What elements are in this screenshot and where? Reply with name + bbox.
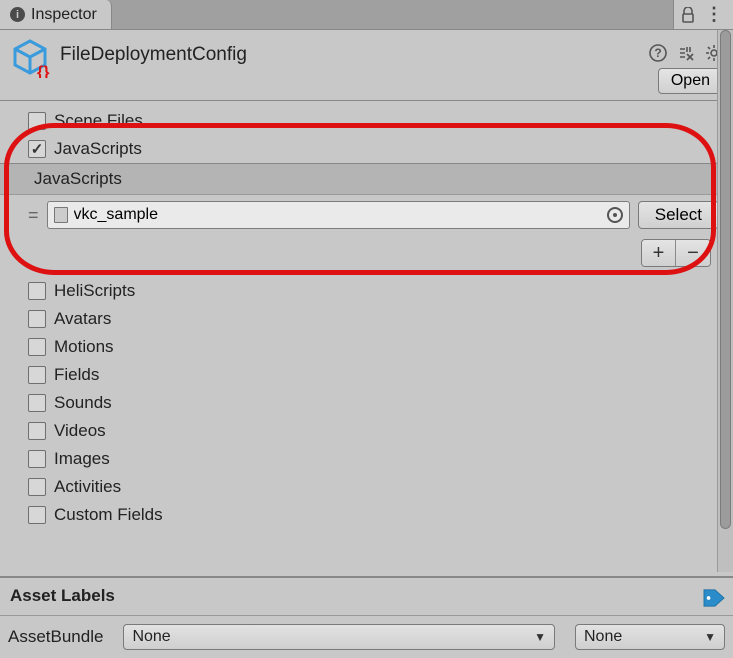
remove-button[interactable]: − bbox=[676, 240, 710, 266]
kebab-menu-icon[interactable]: ⋮ bbox=[705, 4, 723, 25]
asset-labels-title: Asset Labels bbox=[10, 586, 115, 605]
checkbox-motions[interactable] bbox=[28, 338, 46, 356]
scrollbar-thumb[interactable] bbox=[720, 30, 731, 529]
chevron-down-icon: ▼ bbox=[704, 630, 716, 644]
asset-labels-header: Asset Labels bbox=[0, 576, 733, 614]
add-button[interactable]: + bbox=[642, 240, 676, 266]
object-field-input[interactable] bbox=[74, 206, 601, 224]
asset-bundle-label: AssetBundle bbox=[8, 627, 103, 647]
property-fields[interactable]: Fields bbox=[0, 361, 733, 389]
presets-icon[interactable] bbox=[677, 44, 695, 62]
vertical-scrollbar[interactable] bbox=[717, 30, 733, 572]
checkbox-sounds[interactable] bbox=[28, 394, 46, 412]
object-picker-icon[interactable] bbox=[607, 207, 623, 223]
property-images[interactable]: Images bbox=[0, 445, 733, 473]
asset-bundle-dropdown[interactable]: None ▼ bbox=[123, 624, 555, 650]
asset-header: {} FileDeploymentConfig ? Open bbox=[0, 30, 733, 100]
label-tag-button[interactable] bbox=[701, 588, 727, 608]
lock-icon[interactable] bbox=[681, 7, 695, 23]
help-icon[interactable]: ? bbox=[649, 44, 667, 62]
property-label: Motions bbox=[54, 337, 114, 357]
property-sounds[interactable]: Sounds bbox=[0, 389, 733, 417]
property-label: Custom Fields bbox=[54, 505, 163, 525]
checkbox-heliscripts[interactable] bbox=[28, 282, 46, 300]
tab-bar: i Inspector ⋮ bbox=[0, 0, 733, 30]
select-button[interactable]: Select bbox=[638, 201, 719, 229]
info-icon: i bbox=[10, 7, 25, 22]
dropdown-value: None bbox=[584, 628, 622, 646]
tab-title: Inspector bbox=[31, 6, 97, 24]
property-label: Images bbox=[54, 449, 110, 469]
javascripts-section-header: JavaScripts bbox=[0, 163, 733, 195]
svg-text:?: ? bbox=[654, 46, 661, 60]
property-activities[interactable]: Activities bbox=[0, 473, 733, 501]
open-button[interactable]: Open bbox=[658, 68, 723, 94]
property-custom-fields[interactable]: Custom Fields bbox=[0, 501, 733, 529]
property-label: Avatars bbox=[54, 309, 111, 329]
file-icon bbox=[54, 207, 68, 223]
svg-text:{}: {} bbox=[37, 64, 49, 78]
properties-panel: Scene Files JavaScripts JavaScripts = Se… bbox=[0, 101, 733, 535]
property-avatars[interactable]: Avatars bbox=[0, 305, 733, 333]
checkbox-scene-files[interactable] bbox=[28, 112, 46, 130]
property-label: Sounds bbox=[54, 393, 112, 413]
property-label: Fields bbox=[54, 365, 99, 385]
property-videos[interactable]: Videos bbox=[0, 417, 733, 445]
checkbox-videos[interactable] bbox=[28, 422, 46, 440]
drag-handle-icon[interactable]: = bbox=[28, 205, 39, 226]
property-label: JavaScripts bbox=[54, 139, 142, 159]
list-add-remove: + − bbox=[0, 235, 733, 277]
scriptable-object-icon: {} bbox=[10, 38, 50, 78]
property-label: HeliScripts bbox=[54, 281, 135, 301]
chevron-down-icon: ▼ bbox=[534, 630, 546, 644]
inspector-tab[interactable]: i Inspector bbox=[0, 0, 112, 29]
checkbox-custom-fields[interactable] bbox=[28, 506, 46, 524]
checkbox-fields[interactable] bbox=[28, 366, 46, 384]
checkbox-images[interactable] bbox=[28, 450, 46, 468]
checkbox-activities[interactable] bbox=[28, 478, 46, 496]
object-field[interactable] bbox=[47, 201, 630, 229]
asset-bundle-variant-dropdown[interactable]: None ▼ bbox=[575, 624, 725, 650]
property-heliscripts[interactable]: HeliScripts bbox=[0, 277, 733, 305]
asset-bundle-bar: AssetBundle None ▼ None ▼ bbox=[0, 615, 733, 658]
property-scene-files[interactable]: Scene Files bbox=[0, 107, 733, 135]
checkbox-javascripts[interactable] bbox=[28, 140, 46, 158]
property-motions[interactable]: Motions bbox=[0, 333, 733, 361]
tab-right-controls: ⋮ bbox=[673, 0, 733, 29]
property-label: Scene Files bbox=[54, 111, 143, 131]
checkbox-avatars[interactable] bbox=[28, 310, 46, 328]
property-label: Videos bbox=[54, 421, 106, 441]
javascripts-list-item: = Select bbox=[0, 195, 733, 235]
property-javascripts[interactable]: JavaScripts bbox=[0, 135, 733, 163]
property-label: Activities bbox=[54, 477, 121, 497]
asset-title: FileDeploymentConfig bbox=[60, 38, 247, 66]
dropdown-value: None bbox=[132, 628, 170, 646]
tag-icon bbox=[701, 588, 727, 608]
